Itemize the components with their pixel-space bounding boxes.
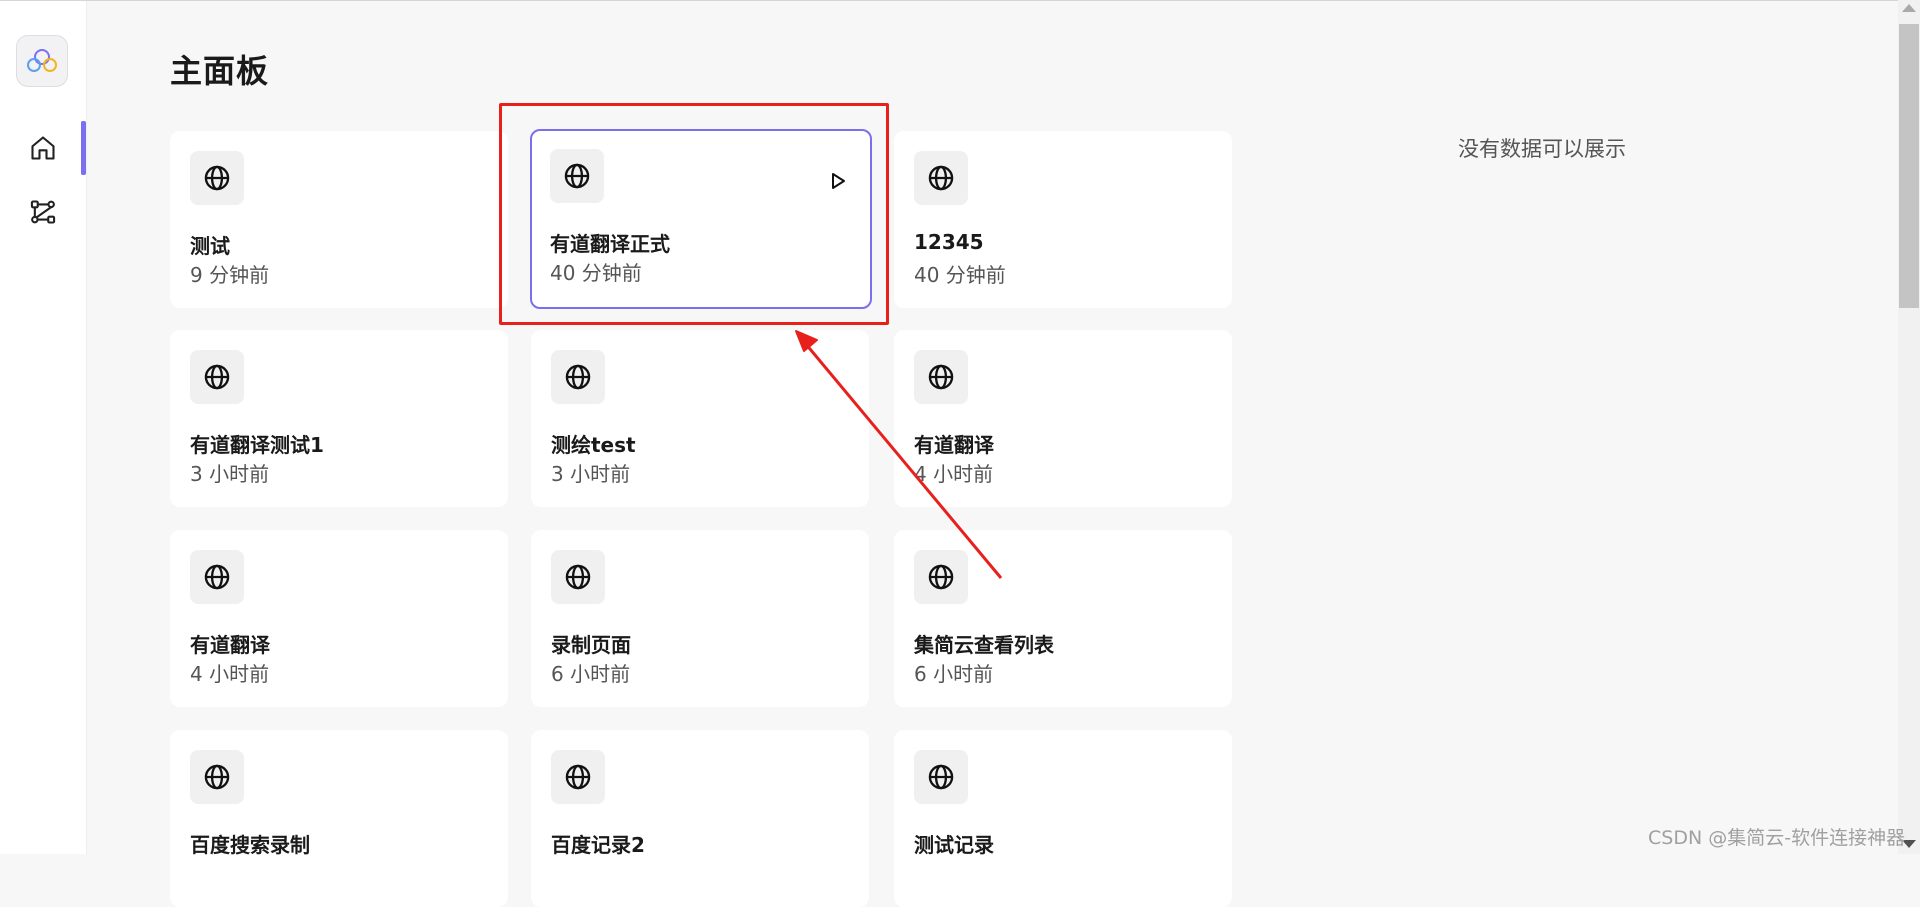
globe-icon (928, 764, 954, 790)
card-title: 有道翻译 (914, 433, 994, 457)
workflow-card[interactable]: 12345 40 分钟前 (894, 131, 1232, 308)
card-globe-icon (551, 750, 605, 804)
card-title: 有道翻译 (190, 633, 270, 657)
workflow-card[interactable]: 百度记录2 (531, 730, 869, 907)
empty-state-message: 没有数据可以展示 (1458, 137, 1626, 161)
globe-icon (565, 364, 591, 390)
card-timestamp: 4 小时前 (914, 462, 994, 486)
card-timestamp: 40 分钟前 (550, 261, 642, 285)
card-timestamp: 6 小时前 (551, 662, 631, 686)
card-globe-icon (190, 350, 244, 404)
nav-item-workflow[interactable] (0, 185, 86, 239)
play-icon (832, 173, 845, 189)
globe-icon (928, 165, 954, 191)
card-timestamp: 3 小时前 (190, 462, 270, 486)
scroll-up-arrow-icon[interactable] (1902, 4, 1916, 12)
card-globe-icon (551, 550, 605, 604)
card-title: 有道翻译测试1 (190, 433, 324, 457)
workflow-card[interactable]: 录制页面 6 小时前 (531, 530, 869, 707)
globe-icon (928, 364, 954, 390)
globe-icon (204, 165, 230, 191)
card-globe-icon (190, 750, 244, 804)
workflow-card[interactable]: 测试 9 分钟前 (170, 131, 508, 308)
app-logo[interactable] (16, 35, 68, 87)
sidebar (0, 1, 87, 854)
workflow-card[interactable]: 集简云查看列表 6 小时前 (894, 530, 1232, 707)
card-timestamp: 6 小时前 (914, 662, 994, 686)
globe-icon (204, 364, 230, 390)
run-button[interactable] (826, 169, 850, 193)
workflow-card[interactable]: 有道翻译 4 小时前 (170, 530, 508, 707)
workflow-card[interactable]: 有道翻译测试1 3 小时前 (170, 330, 508, 507)
page-title: 主面板 (170, 52, 270, 90)
card-globe-icon (914, 550, 968, 604)
card-globe-icon (914, 750, 968, 804)
card-title: 录制页面 (551, 633, 631, 657)
workflow-card[interactable]: 有道翻译正式 40 分钟前 (530, 129, 872, 309)
globe-icon (204, 764, 230, 790)
workflow-card[interactable]: 测绘test 3 小时前 (531, 330, 869, 507)
scrollbar-thumb[interactable] (1899, 24, 1919, 308)
window-top-border (0, 0, 1898, 1)
globe-icon (565, 764, 591, 790)
card-globe-icon (190, 550, 244, 604)
nav-item-home[interactable] (0, 121, 86, 175)
cloud-logo-icon (27, 49, 57, 72)
globe-icon (564, 163, 590, 189)
card-timestamp: 3 小时前 (551, 462, 631, 486)
card-title: 有道翻译正式 (550, 232, 670, 256)
workflow-card[interactable]: 有道翻译 4 小时前 (894, 330, 1232, 507)
card-globe-icon (914, 151, 968, 205)
card-globe-icon (914, 350, 968, 404)
card-timestamp: 9 分钟前 (190, 263, 270, 287)
globe-icon (565, 564, 591, 590)
card-title: 12345 (914, 230, 984, 254)
card-globe-icon (190, 151, 244, 205)
nav-active-indicator (81, 121, 86, 175)
card-title: 集简云查看列表 (914, 633, 1054, 657)
card-timestamp: 40 分钟前 (914, 263, 1006, 287)
card-globe-icon (550, 149, 604, 203)
card-title: 测绘test (551, 433, 636, 457)
home-icon (31, 136, 55, 160)
globe-icon (204, 564, 230, 590)
workflow-card[interactable]: 百度搜索录制 (170, 730, 508, 907)
globe-icon (928, 564, 954, 590)
card-title: 测试 (190, 234, 230, 258)
workflow-icon (30, 200, 56, 224)
workflow-card[interactable]: 测试记录 (894, 730, 1232, 907)
card-globe-icon (551, 350, 605, 404)
watermark: CSDN @集简云-软件连接神器 (1648, 827, 1906, 849)
card-timestamp: 4 小时前 (190, 662, 270, 686)
